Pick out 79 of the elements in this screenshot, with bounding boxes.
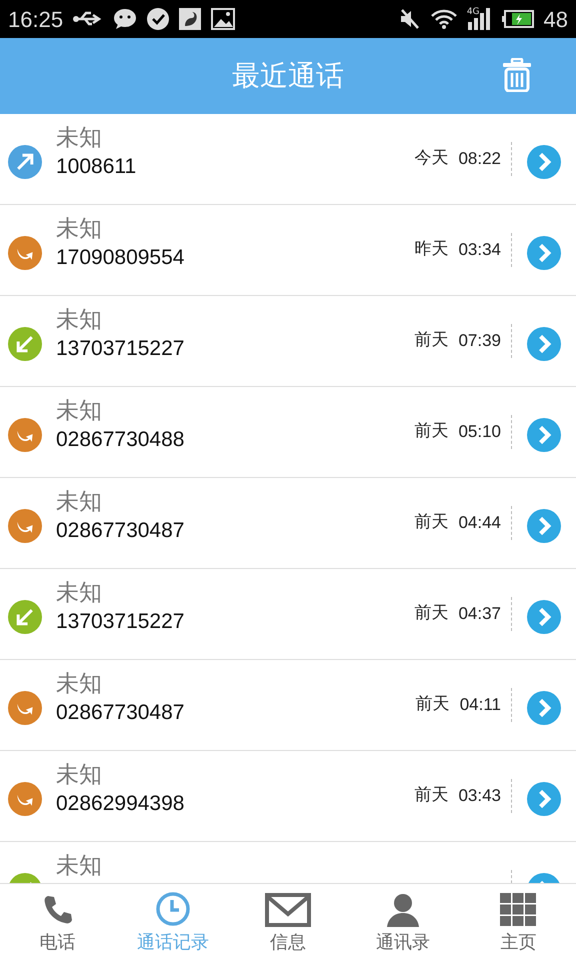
call-row[interactable]: 未知 02867730488 前天 05:10	[0, 387, 576, 478]
call-row[interactable]: 未知 02867730487 前天 04:44	[0, 478, 576, 569]
tab-button[interactable]: 信息	[230, 884, 346, 960]
call-time: 05:10	[458, 421, 501, 444]
call-time: 04:11	[460, 694, 501, 716]
call-row[interactable]: 未知 13703715227 前天 07:39	[0, 296, 576, 387]
battery-percent: 48	[544, 6, 568, 34]
call-time: 03:43	[458, 785, 501, 808]
call-row[interactable]: 未知 02867730487 前天 04:11	[0, 660, 576, 751]
call-day: 前天	[416, 692, 450, 718]
contact-name: 未知	[56, 488, 103, 517]
battery-icon	[502, 10, 534, 28]
contact-name: 未知	[56, 215, 103, 244]
envelope-icon	[265, 893, 311, 927]
missed-call-icon	[8, 509, 42, 543]
call-day: 昨天	[414, 237, 448, 263]
chevron-right-icon[interactable]	[527, 327, 561, 361]
grid-icon	[500, 893, 536, 927]
phone-number: 02867730488	[56, 426, 186, 453]
signal-icon	[468, 8, 492, 30]
missed-call-icon	[8, 236, 42, 270]
chevron-right-icon[interactable]	[527, 418, 561, 452]
incoming-call-icon	[8, 600, 42, 634]
person-icon	[386, 893, 420, 927]
phone-number: 1008611	[56, 154, 138, 180]
squirrel-app-icon	[179, 8, 202, 30]
call-day: 今天	[414, 146, 448, 172]
missed-call-icon	[8, 418, 42, 452]
chevron-right-icon[interactable]	[527, 145, 561, 179]
call-time: 08:22	[458, 148, 501, 170]
phone-number: 13703715227	[56, 608, 186, 635]
call-row[interactable]: 未知 13703715227 前天 04:37	[0, 569, 576, 660]
call-day: 前天	[414, 328, 448, 354]
contact-name: 未知	[56, 124, 103, 153]
contact-name: 未知	[56, 670, 103, 699]
chevron-right-icon[interactable]	[527, 691, 561, 725]
phone-number: 13703715227	[56, 336, 186, 362]
call-row[interactable]: 未知 17090809554 昨天 03:34	[0, 205, 576, 296]
call-day: 前天	[414, 601, 448, 627]
trash-icon[interactable]	[502, 58, 532, 92]
contact-name: 未知	[56, 761, 103, 790]
chevron-right-icon[interactable]	[527, 236, 561, 270]
phone-number: 02867730487	[56, 700, 186, 726]
contact-name: 未知	[56, 852, 103, 881]
incoming-call-icon	[8, 327, 42, 361]
call-day: 前天	[414, 419, 448, 445]
call-time: 04:44	[458, 512, 501, 534]
chevron-right-icon[interactable]	[527, 600, 561, 634]
contact-name: 未知	[56, 579, 103, 608]
call-day: 前天	[414, 510, 448, 536]
tab-button[interactable]: 通讯录	[346, 884, 461, 960]
tab-button[interactable]: 电话	[0, 884, 116, 960]
chevron-right-icon[interactable]	[527, 509, 561, 543]
contact-name: 未知	[56, 397, 103, 426]
wifi-icon	[430, 8, 457, 30]
phone-number: 17090809554	[56, 244, 186, 271]
check-circle-icon	[147, 8, 170, 30]
call-time: 03:34	[458, 239, 501, 262]
chat-bubble-icon	[113, 8, 138, 30]
missed-call-icon	[8, 691, 42, 725]
screen-title: 最近通话	[232, 58, 344, 94]
image-icon	[211, 8, 236, 30]
call-day: 前天	[414, 783, 448, 809]
outgoing-call-icon	[8, 145, 42, 179]
call-time: 07:39	[458, 330, 501, 352]
contact-name: 未知	[56, 306, 103, 335]
mute-icon	[398, 8, 421, 30]
network-type-label: 4G	[466, 8, 480, 17]
call-row[interactable]: 未知 1008611 今天 08:22	[0, 114, 576, 205]
call-row[interactable]: 未知 02862994398 前天 03:43	[0, 751, 576, 842]
chevron-right-icon[interactable]	[527, 782, 561, 816]
missed-call-icon	[8, 782, 42, 816]
phone-number: 02862994398	[56, 790, 186, 817]
clock-icon	[154, 891, 191, 927]
usb-icon	[73, 10, 104, 28]
call-time: 04:37	[458, 603, 501, 626]
phone-number: 02867730487	[56, 518, 186, 544]
clock-time: 16:25	[8, 6, 64, 34]
tab-button[interactable]: 主页	[460, 884, 576, 960]
